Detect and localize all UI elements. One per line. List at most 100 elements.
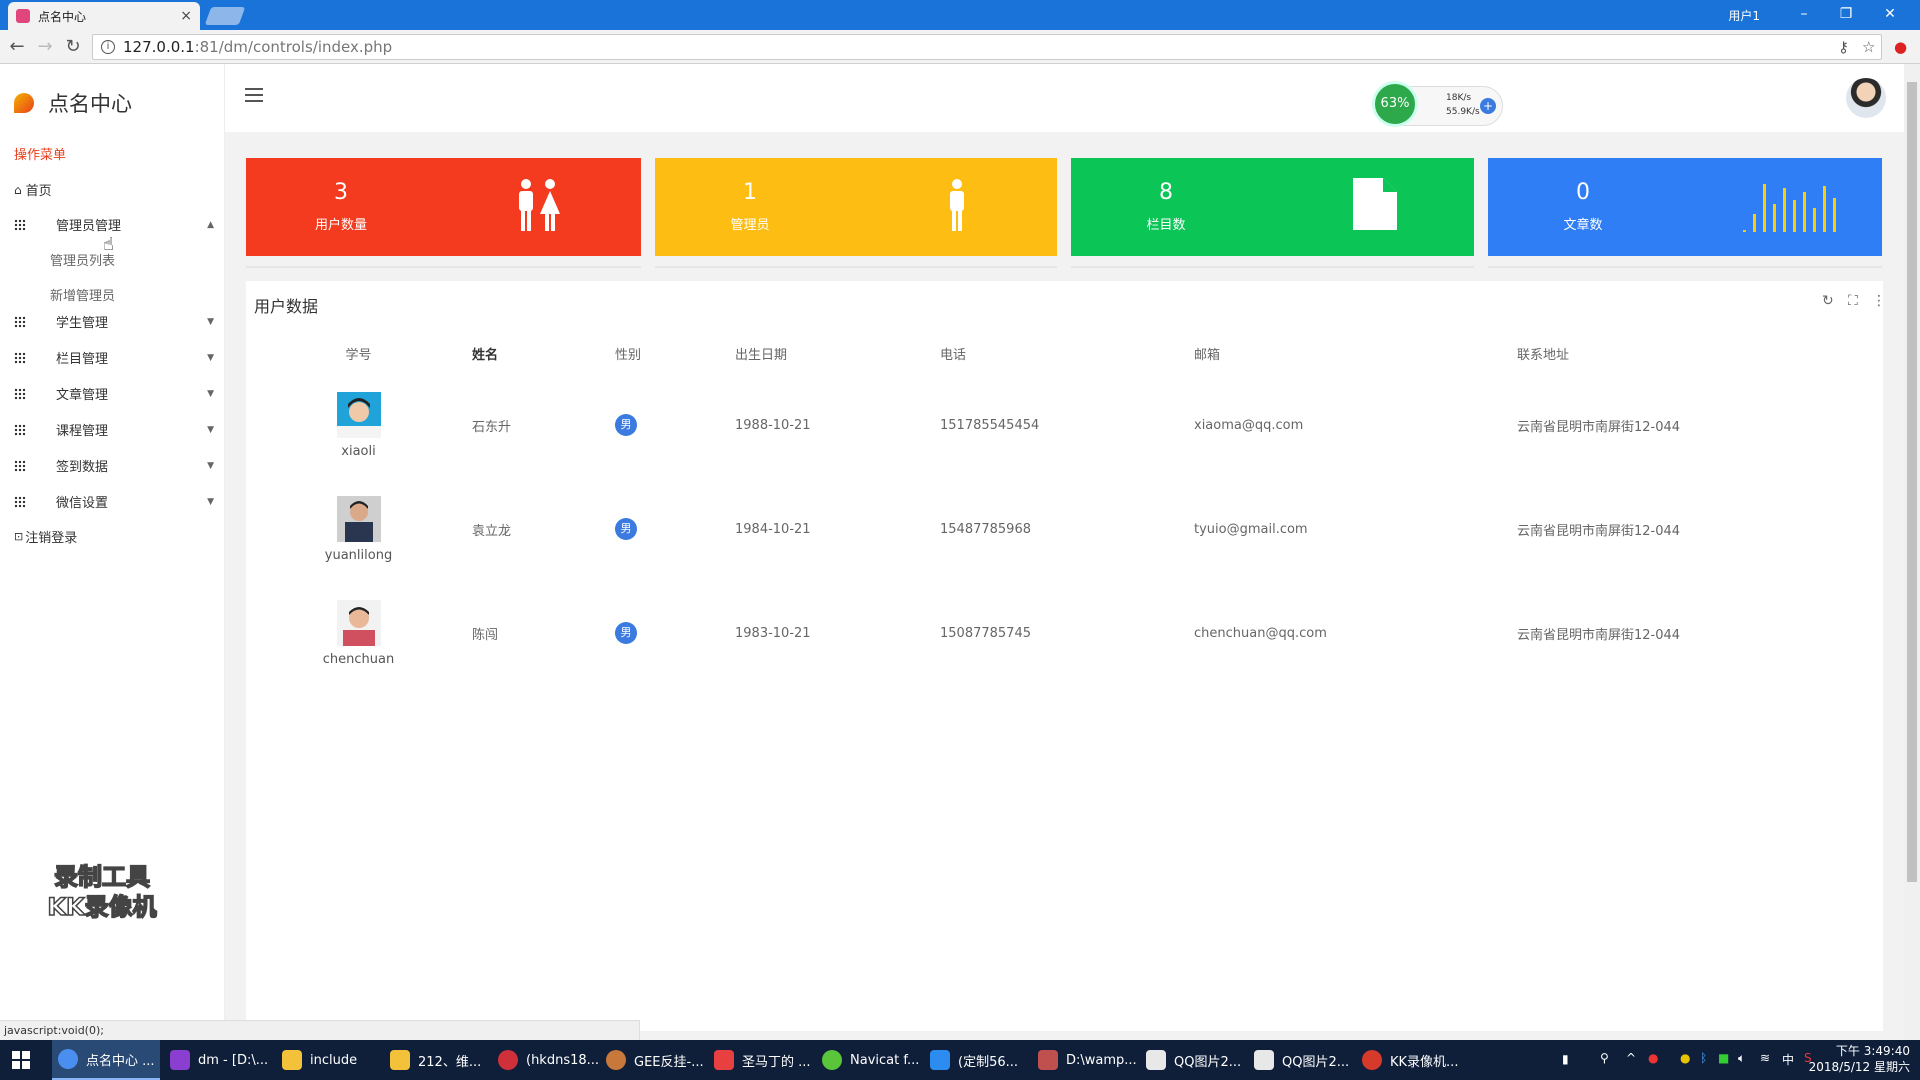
column-header[interactable]: 学号 bbox=[246, 333, 471, 373]
table-row[interactable]: yuanlilong 袁立龙 男 1984-10-21 15487785968 … bbox=[246, 477, 1876, 581]
hamburger-menu-icon[interactable] bbox=[245, 88, 263, 102]
new-tab-button[interactable] bbox=[204, 7, 246, 25]
taskbar-item-label: dm - [D:\... bbox=[198, 1052, 269, 1068]
sidebar-item-wechat[interactable]: 微信设置 ▼ bbox=[14, 492, 214, 511]
column-header[interactable]: 邮箱 bbox=[1193, 333, 1516, 373]
sidebar-item-label: 签到数据 bbox=[56, 460, 109, 475]
system-tray: ▮ ⚲ ^ ● ● ᛒ ■ 🔈︎ ≋ 中 S 下午 3:49:40 2018/5… bbox=[1500, 1040, 1920, 1080]
username: xiaoli bbox=[341, 443, 376, 459]
bluetooth-icon[interactable]: ᛒ bbox=[1700, 1051, 1707, 1065]
column-header[interactable]: 出生日期 bbox=[734, 333, 939, 373]
app-window: 点名中心 操作菜单 ⌂ 首页 管理员管理 ▲ 管理员列表 新增管理员 学生管理 … bbox=[0, 64, 1904, 1040]
sidebar-item-label: 微信设置 bbox=[56, 496, 109, 511]
main-content: 63% 18K/s 55.9K/s + 3 用户数量 1 管理员 8 栏目数 0… bbox=[225, 64, 1904, 1040]
avatar[interactable] bbox=[1846, 78, 1886, 118]
sex-cell: 男 bbox=[614, 477, 734, 581]
refresh-icon[interactable]: ↻ bbox=[1822, 293, 1834, 309]
grid-icon bbox=[14, 459, 26, 472]
info-icon[interactable]: i bbox=[101, 40, 115, 54]
fullscreen-icon[interactable]: ⛶ bbox=[1848, 293, 1858, 309]
taskbar-item[interactable]: include bbox=[276, 1040, 384, 1080]
user-photo[interactable] bbox=[336, 599, 381, 646]
name-cell: 陈闯 bbox=[472, 627, 499, 643]
column-header[interactable]: 姓名 bbox=[471, 333, 614, 373]
sidebar-item-label: 文章管理 bbox=[56, 388, 109, 403]
ime-indicator[interactable]: 中 bbox=[1782, 1051, 1794, 1068]
tray-app-icon[interactable]: ● bbox=[1648, 1051, 1658, 1065]
stat-card-users[interactable]: 3 用户数量 bbox=[246, 158, 641, 256]
window-user-label[interactable]: 用户1 bbox=[1728, 7, 1760, 24]
tray-app-icon[interactable]: ● bbox=[1680, 1051, 1690, 1065]
taskbar-clock[interactable]: 下午 3:49:40 2018/5/12 星期六 bbox=[1809, 1043, 1910, 1075]
scrollbar-thumb[interactable] bbox=[1907, 82, 1917, 882]
taskbar-item[interactable]: QQ图片2... bbox=[1140, 1040, 1248, 1080]
sex-badge: 男 bbox=[615, 518, 637, 540]
close-window-icon[interactable]: ✕ bbox=[1872, 3, 1908, 25]
people-icon[interactable]: ⚲ bbox=[1600, 1051, 1609, 1065]
taskbar-item[interactable]: GEE反挂-... bbox=[600, 1040, 708, 1080]
sidebar-item-students[interactable]: 学生管理 ▼ bbox=[14, 312, 214, 331]
stat-card-admins[interactable]: 1 管理员 bbox=[655, 158, 1057, 256]
sidebar-item-admin[interactable]: 管理员管理 ▲ bbox=[14, 215, 214, 234]
back-icon[interactable]: ← bbox=[6, 36, 28, 58]
sidebar-subitem-add-admin[interactable]: 新增管理员 bbox=[50, 285, 115, 304]
app-icon bbox=[714, 1050, 734, 1070]
forward-icon[interactable]: → bbox=[34, 36, 56, 58]
page-scrollbar[interactable] bbox=[1904, 64, 1920, 1040]
key-icon[interactable]: ⚷ bbox=[1838, 38, 1849, 56]
stat-card-columns[interactable]: 8 栏目数 bbox=[1071, 158, 1474, 256]
url-host: 127.0.0.1 bbox=[123, 38, 195, 56]
windows-start-icon[interactable] bbox=[12, 1051, 30, 1069]
taskbar-item[interactable]: (hkdns18... bbox=[492, 1040, 600, 1080]
sidebar-item-home[interactable]: ⌂ 首页 bbox=[14, 180, 214, 200]
taskbar-item[interactable]: dm - [D:\... bbox=[164, 1040, 272, 1080]
sidebar-item-checkin[interactable]: 签到数据 ▼ bbox=[14, 456, 214, 475]
minimize-icon[interactable]: – bbox=[1786, 3, 1822, 25]
logo[interactable]: 点名中心 bbox=[14, 88, 132, 118]
battery-icon[interactable]: ▮ bbox=[1562, 1052, 1569, 1066]
sex-badge: 男 bbox=[615, 622, 637, 644]
sidebar-item-logout[interactable]: ⊡ 注销登录 bbox=[14, 527, 214, 546]
tray-app-icon[interactable]: ■ bbox=[1718, 1051, 1729, 1065]
chevron-up-icon[interactable]: ^ bbox=[1626, 1051, 1636, 1065]
name-cell: 石东升 bbox=[472, 419, 512, 435]
taskbar-item[interactable]: 点名中心 ... bbox=[52, 1040, 160, 1080]
table-row[interactable]: xiaoli 石东升 男 1988-10-21 151785545454 xia… bbox=[246, 373, 1876, 477]
taskbar-item[interactable]: KK录像机... bbox=[1356, 1040, 1468, 1080]
taskbar-item[interactable]: 圣马丁的 ... bbox=[708, 1040, 816, 1080]
username: yuanlilong bbox=[324, 547, 393, 563]
taskbar-item[interactable]: D:\wamp... bbox=[1032, 1040, 1140, 1080]
url-input[interactable]: i 127.0.0.1 :81/dm/controls/index.php bbox=[92, 34, 1882, 60]
sidebar-item-articles[interactable]: 文章管理 ▼ bbox=[14, 384, 214, 403]
wifi-icon[interactable]: ≋ bbox=[1760, 1051, 1770, 1065]
phone-cell: 151785545454 bbox=[940, 417, 1040, 433]
stat-card-articles[interactable]: 0 文章数 bbox=[1488, 158, 1882, 256]
browser-tab[interactable]: 点名中心 × bbox=[8, 2, 200, 30]
sidebar-item-label: 课程管理 bbox=[56, 424, 109, 439]
image-icon bbox=[1146, 1050, 1166, 1070]
sidebar-item-courses[interactable]: 课程管理 ▼ bbox=[14, 420, 214, 439]
column-header[interactable]: 性别 bbox=[614, 333, 734, 373]
sidebar: 点名中心 操作菜单 ⌂ 首页 管理员管理 ▲ 管理员列表 新增管理员 学生管理 … bbox=[0, 64, 225, 1040]
birth-cell: 1988-10-21 bbox=[735, 417, 811, 433]
reload-icon[interactable]: ↻ bbox=[62, 36, 84, 58]
more-options-icon[interactable]: ⋮ bbox=[1872, 293, 1886, 309]
network-monitor-widget[interactable]: 63% 18K/s 55.9K/s + bbox=[1372, 81, 1503, 127]
bookmark-star-icon[interactable]: ☆ bbox=[1862, 38, 1875, 56]
taskbar-item[interactable]: 212、维... bbox=[384, 1040, 492, 1080]
plus-icon[interactable]: + bbox=[1480, 98, 1496, 114]
tab-close-icon[interactable]: × bbox=[180, 8, 192, 24]
sidebar-item-columns[interactable]: 栏目管理 ▼ bbox=[14, 348, 214, 367]
taskbar-item[interactable]: QQ图片2... bbox=[1248, 1040, 1356, 1080]
taskbar-item[interactable]: Navicat f... bbox=[816, 1040, 924, 1080]
taskbar-item[interactable]: (定制56... bbox=[924, 1040, 1032, 1080]
user-photo[interactable] bbox=[336, 391, 381, 438]
volume-icon[interactable]: 🔈︎ bbox=[1738, 1051, 1745, 1066]
column-header[interactable]: 电话 bbox=[939, 333, 1193, 373]
user-photo[interactable] bbox=[336, 495, 381, 542]
table-row[interactable]: chenchuan 陈闯 男 1983-10-21 15087785745 ch… bbox=[246, 581, 1876, 685]
column-header[interactable]: 联系地址 bbox=[1516, 333, 1876, 373]
extension-icon[interactable]: ● bbox=[1894, 38, 1907, 56]
restore-icon[interactable]: ❐ bbox=[1828, 3, 1864, 25]
stat-value: 3 bbox=[334, 180, 348, 205]
